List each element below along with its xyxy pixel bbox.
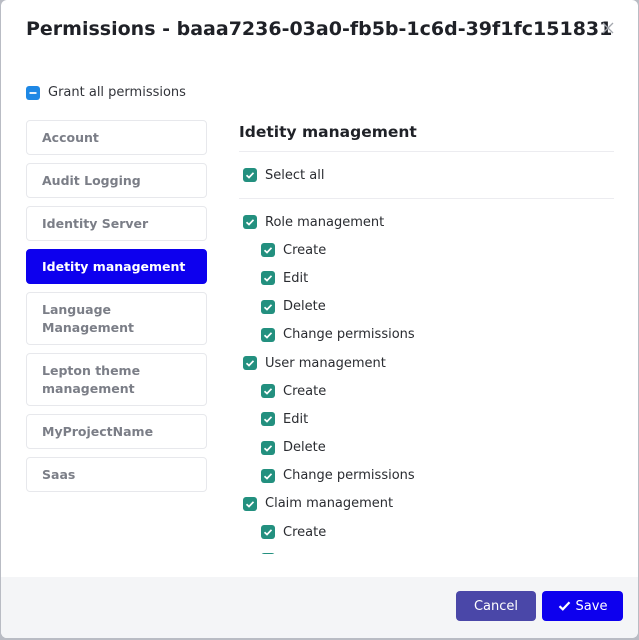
nav-item-label: Idetity management: [42, 258, 186, 274]
save-button[interactable]: Save: [542, 591, 623, 621]
permission-checkbox[interactable]: [261, 384, 275, 399]
permission-row[interactable]: Create: [239, 236, 614, 264]
permission-checkbox[interactable]: [261, 271, 275, 286]
nav-item-label: Account: [42, 129, 99, 145]
close-icon[interactable]: [600, 20, 616, 36]
nav-item-lepton-theme-management[interactable]: Lepton theme management: [26, 353, 207, 406]
nav-item-label: Saas: [42, 466, 76, 482]
check-icon: [245, 501, 255, 508]
modal-title: Permissions - baaa7236-03a0-fb5b-1c6d-39…: [26, 18, 613, 40]
permission-checkbox[interactable]: [261, 525, 275, 540]
nav-item-myprojectname[interactable]: MyProjectName: [26, 414, 207, 449]
nav-item-audit-logging[interactable]: Audit Logging: [26, 163, 207, 198]
section-title: Idetity management: [239, 114, 614, 152]
permission-row[interactable]: Edit: [239, 405, 614, 433]
permission-group-row[interactable]: User management: [239, 349, 614, 377]
permission-label: Change permissions: [283, 327, 415, 343]
select-all-row[interactable]: Select all: [239, 152, 614, 199]
grant-all-permissions-row[interactable]: Grant all permissions: [26, 85, 186, 100]
permission-checkbox[interactable]: [243, 356, 257, 371]
permission-group-row[interactable]: Claim management: [239, 490, 614, 518]
permissions-content: Idetity management Select all Role manag…: [239, 114, 614, 554]
check-icon: [263, 444, 273, 452]
check-icon: [558, 601, 570, 611]
check-icon: [245, 172, 255, 179]
permission-label: Create: [283, 383, 327, 399]
permission-label: Edit: [283, 270, 309, 286]
permission-checkbox[interactable]: [261, 440, 275, 455]
select-all-checkbox[interactable]: [243, 168, 257, 182]
permission-label: Role management: [265, 214, 385, 230]
permission-checkbox[interactable]: [261, 412, 275, 427]
check-icon: [263, 303, 273, 311]
permission-label: Edit: [283, 411, 309, 427]
nav-item-label: Audit Logging: [42, 172, 141, 188]
grant-all-label: Grant all permissions: [48, 85, 186, 100]
permission-row[interactable]: Change permissions: [239, 462, 614, 490]
nav-item-label: MyProjectName: [42, 423, 154, 439]
nav-item-saas[interactable]: Saas: [26, 457, 207, 492]
permission-label: Create: [283, 242, 327, 258]
permission-checkbox[interactable]: [261, 553, 275, 554]
permission-list: Role management Create Edit Delete Change pe…: [239, 199, 614, 554]
permission-label: User management: [265, 355, 386, 371]
check-icon: [263, 247, 273, 254]
permission-checkbox[interactable]: [261, 468, 275, 483]
nav-item-account[interactable]: Account: [26, 120, 207, 155]
permission-row[interactable]: [239, 546, 614, 554]
check-icon: [261, 553, 275, 554]
permission-groups-nav: Account Audit Logging Identity Server Ideti…: [26, 120, 207, 500]
check-icon: [263, 472, 273, 480]
check-icon: [263, 332, 273, 339]
check-icon: [245, 360, 255, 367]
permission-row[interactable]: Delete: [239, 434, 614, 462]
cancel-button-label: Cancel: [473, 598, 519, 614]
permissions-modal: Permissions - baaa7236-03a0-fb5b-1c6d-39…: [1, 0, 638, 638]
permission-checkbox[interactable]: [261, 243, 275, 258]
modal-footer: Cancel Save: [1, 577, 638, 638]
permission-label: Delete: [283, 440, 326, 456]
nav-item-idetity-management[interactable]: Idetity management: [26, 249, 207, 284]
nav-item-label: Identity Server: [42, 215, 149, 231]
permission-row[interactable]: Create: [239, 377, 614, 405]
check-icon: [263, 388, 273, 395]
modal-header: Permissions - baaa7236-03a0-fb5b-1c6d-39…: [1, 0, 638, 62]
permission-row[interactable]: Delete: [239, 293, 614, 321]
permission-checkbox[interactable]: [243, 496, 257, 511]
permission-group-row[interactable]: Role management: [239, 208, 614, 236]
permission-checkbox[interactable]: [243, 215, 257, 230]
select-all-label: Select all: [265, 167, 325, 183]
permission-label: Change permissions: [283, 468, 415, 484]
check-icon: [263, 416, 273, 424]
nav-item-language-management[interactable]: Language Management: [26, 292, 207, 345]
check-icon: [263, 275, 273, 283]
permission-row[interactable]: Edit: [239, 264, 614, 292]
save-button-label: Save: [575, 598, 608, 614]
nav-item-identity-server[interactable]: Identity Server: [26, 206, 207, 241]
permission-checkbox[interactable]: [261, 299, 275, 314]
permission-label: Delete: [283, 299, 326, 315]
permission-checkbox[interactable]: [261, 327, 275, 342]
cancel-button[interactable]: Cancel: [456, 591, 536, 621]
minus-icon: [29, 91, 37, 94]
grant-all-checkbox[interactable]: [26, 85, 40, 100]
permission-label: Create: [283, 524, 327, 540]
check-icon: [245, 219, 255, 226]
permission-row[interactable]: Create: [239, 518, 614, 546]
permission-row[interactable]: Change permissions: [239, 321, 614, 349]
permission-label: Claim management: [265, 496, 394, 512]
check-icon: [263, 529, 273, 536]
nav-item-label: Language Management: [42, 301, 135, 335]
nav-item-label: Lepton theme management: [42, 362, 141, 396]
